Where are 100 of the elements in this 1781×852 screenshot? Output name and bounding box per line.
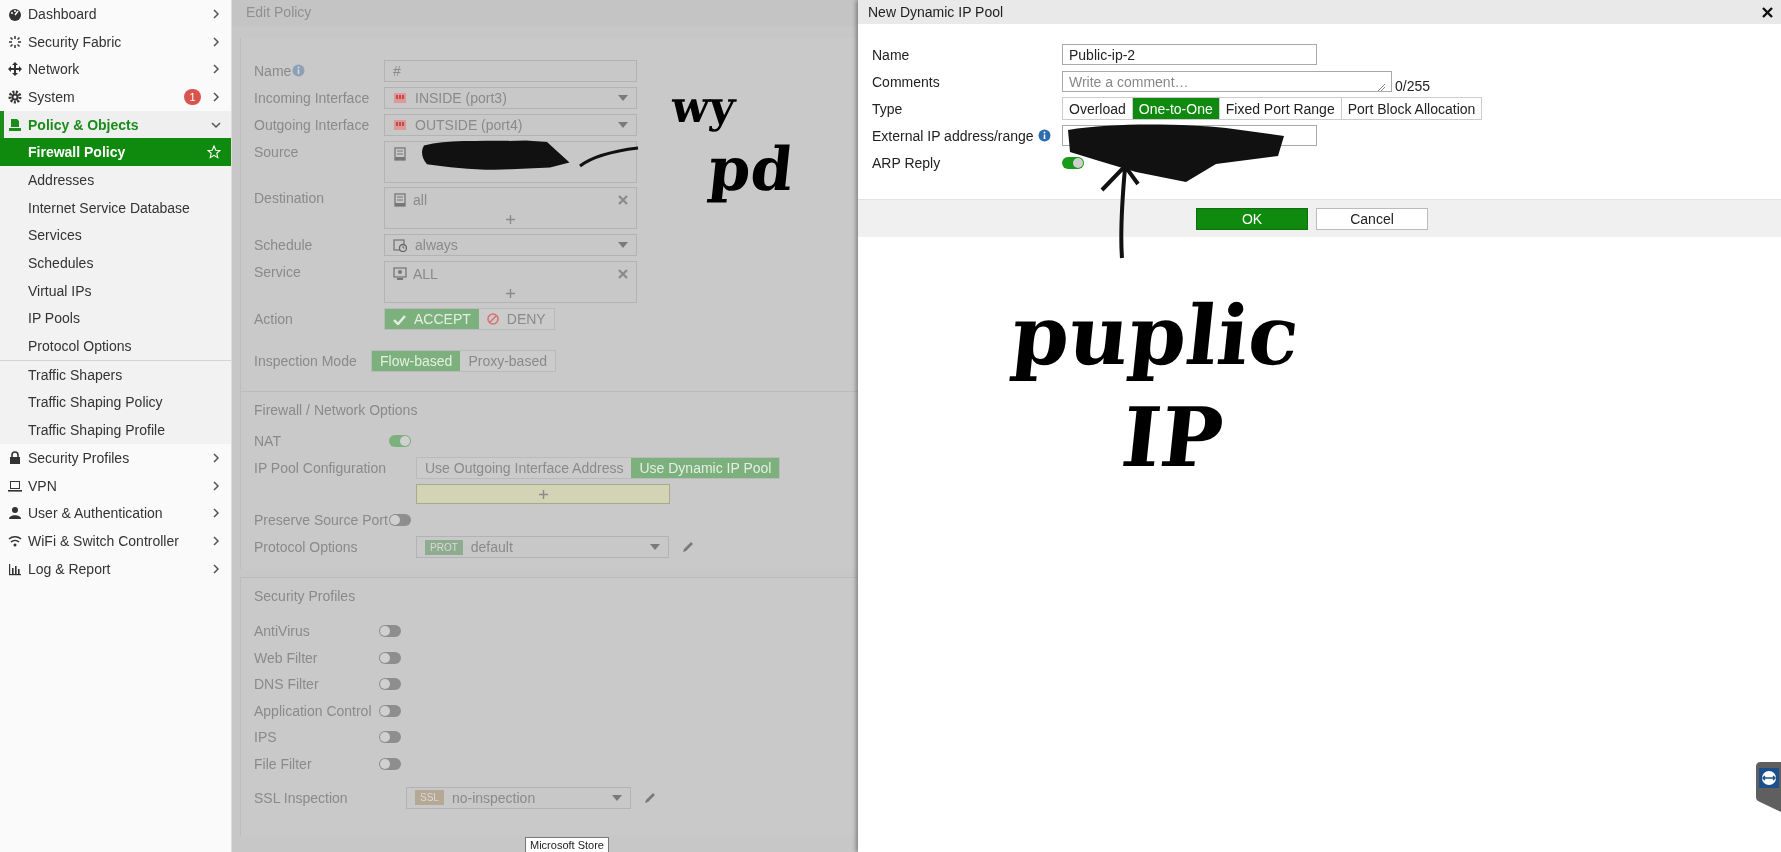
field-label: Name: [254, 62, 293, 81]
edit-icon[interactable]: [643, 790, 657, 805]
wifi-icon: [8, 533, 22, 548]
cancel-button[interactable]: Cancel: [1316, 207, 1428, 230]
section-title: Security Profiles: [241, 577, 858, 614]
add-pool-bar[interactable]: [416, 484, 670, 504]
add-icon[interactable]: [506, 215, 515, 224]
remove-icon[interactable]: [618, 269, 628, 279]
remove-icon[interactable]: [618, 195, 628, 205]
add-icon[interactable]: [506, 289, 515, 298]
add-icon[interactable]: [538, 489, 548, 499]
comment-field[interactable]: Write a comment…: [1062, 71, 1392, 92]
toggle-switch[interactable]: [379, 625, 401, 637]
field-label: Inspection Mode: [254, 352, 358, 371]
segment-option[interactable]: Port Block Allocation: [1341, 98, 1482, 119]
address-icon: [393, 193, 407, 207]
sidebar-subitem[interactable]: Virtual IPs: [0, 276, 231, 305]
sidebar-item[interactable]: Policy & Objects: [0, 110, 231, 139]
field-label: Incoming Interface: [254, 89, 371, 108]
segment-option[interactable]: One-to-One: [1132, 98, 1220, 119]
field-label: AntiVirus: [254, 622, 311, 641]
remote-support-icon[interactable]: [1756, 762, 1781, 812]
sidebar-subitem[interactable]: Protocol Options: [0, 332, 231, 360]
field-label: Web Filter: [254, 648, 319, 668]
field-label: Service: [254, 263, 302, 282]
segment-option[interactable]: Fixed Port Range: [1219, 98, 1342, 119]
dialog-title: New Dynamic IP Pool: [868, 4, 1004, 20]
sidebar-item[interactable]: System 1: [0, 83, 231, 111]
hand-drawn-line: [578, 146, 640, 168]
field-label: Type: [872, 100, 904, 117]
field-label: Source: [254, 143, 300, 162]
burst-icon: [8, 34, 22, 49]
sidebar-subitem[interactable]: Schedules: [0, 249, 231, 277]
interface-icon: [393, 118, 407, 132]
dropdown-caret-icon[interactable]: [618, 95, 628, 101]
toggle-switch[interactable]: [389, 435, 411, 447]
segment-option[interactable]: Overload: [1063, 98, 1133, 119]
sidebar-subitem[interactable]: Traffic Shapers: [0, 360, 231, 389]
close-icon[interactable]: [1762, 6, 1773, 18]
field-label: Outgoing Interface: [254, 116, 371, 135]
sidebar-item[interactable]: User & Authentication: [0, 499, 231, 528]
document-icon: [8, 117, 22, 132]
field-label: Name: [872, 46, 911, 63]
star-icon[interactable]: [207, 145, 221, 160]
sidebar-item[interactable]: Network: [0, 55, 231, 84]
sidebar-subitem[interactable]: Traffic Shaping Profile: [0, 416, 231, 444]
calendar-clock-icon: [393, 238, 407, 252]
toggle-switch[interactable]: [379, 757, 401, 770]
monitor-icon: [393, 267, 407, 281]
toggle-switch[interactable]: [379, 731, 401, 744]
address-icon: [393, 147, 407, 161]
tooltip: Microsoft Store: [525, 837, 609, 852]
dropdown-caret-icon[interactable]: [618, 242, 628, 248]
lock-icon: [8, 450, 22, 465]
dropdown-caret-icon[interactable]: [618, 122, 628, 128]
sidebar-item[interactable]: Security Profiles: [0, 444, 231, 472]
sidebar-subitem[interactable]: Traffic Shaping Policy: [0, 388, 231, 417]
handwritten-note: IP: [1116, 388, 1229, 487]
dropdown-caret-icon[interactable]: [650, 544, 660, 550]
field-label: IP Pool Configuration: [254, 459, 388, 478]
multi-select-field[interactable]: [384, 141, 637, 183]
notification-badge: 1: [184, 88, 201, 105]
field-label: Preserve Source Port: [254, 511, 389, 530]
toggle-switch[interactable]: [379, 651, 401, 664]
toggle-switch[interactable]: [379, 678, 401, 691]
laptop-icon: [8, 478, 22, 493]
handwritten-note: pd: [704, 133, 798, 206]
sidebar-subitem[interactable]: IP Pools: [0, 304, 231, 333]
ok-button[interactable]: OK: [1196, 207, 1308, 230]
sidebar-item[interactable]: WiFi & Switch Controller: [0, 527, 231, 555]
gauge-icon: [8, 6, 22, 21]
sidebar-item[interactable]: VPN: [0, 471, 231, 500]
sidebar-item[interactable]: Security Fabric: [0, 27, 231, 56]
dropdown-caret-icon[interactable]: [612, 794, 622, 801]
sidebar-item[interactable]: Dashboard: [0, 0, 231, 28]
field-label: ARP Reply: [872, 154, 942, 171]
profile-tag: PROT: [425, 539, 463, 555]
field-label: Schedule: [254, 236, 314, 255]
sidebar-subitem[interactable]: Services: [0, 221, 231, 250]
toggle-switch[interactable]: [1062, 156, 1084, 169]
field-label: Application Control: [254, 701, 373, 721]
user-icon: [8, 506, 22, 521]
check-icon: [393, 313, 406, 325]
bar-chart-icon: [8, 561, 22, 576]
resize-grip-icon: [1378, 84, 1385, 91]
handwritten-note: wy: [667, 80, 739, 134]
field-label: Comments: [872, 73, 941, 90]
deny-icon: [486, 313, 499, 325]
toggle-switch[interactable]: [379, 704, 401, 717]
field-label: Destination: [254, 189, 326, 208]
input-field[interactable]: Public-ip-2: [1062, 44, 1317, 65]
field-label: Protocol Options: [254, 538, 359, 557]
field-label: File Filter: [254, 754, 313, 774]
sidebar-subitem[interactable]: Firewall Policy: [0, 138, 231, 167]
gear-icon: [8, 89, 22, 104]
sidebar-subitem[interactable]: Addresses: [0, 166, 231, 194]
sidebar-subitem[interactable]: Internet Service Database: [0, 193, 231, 222]
sidebar-item[interactable]: Log & Report: [0, 554, 231, 583]
edit-icon[interactable]: [681, 540, 695, 554]
toggle-switch[interactable]: [389, 514, 411, 526]
